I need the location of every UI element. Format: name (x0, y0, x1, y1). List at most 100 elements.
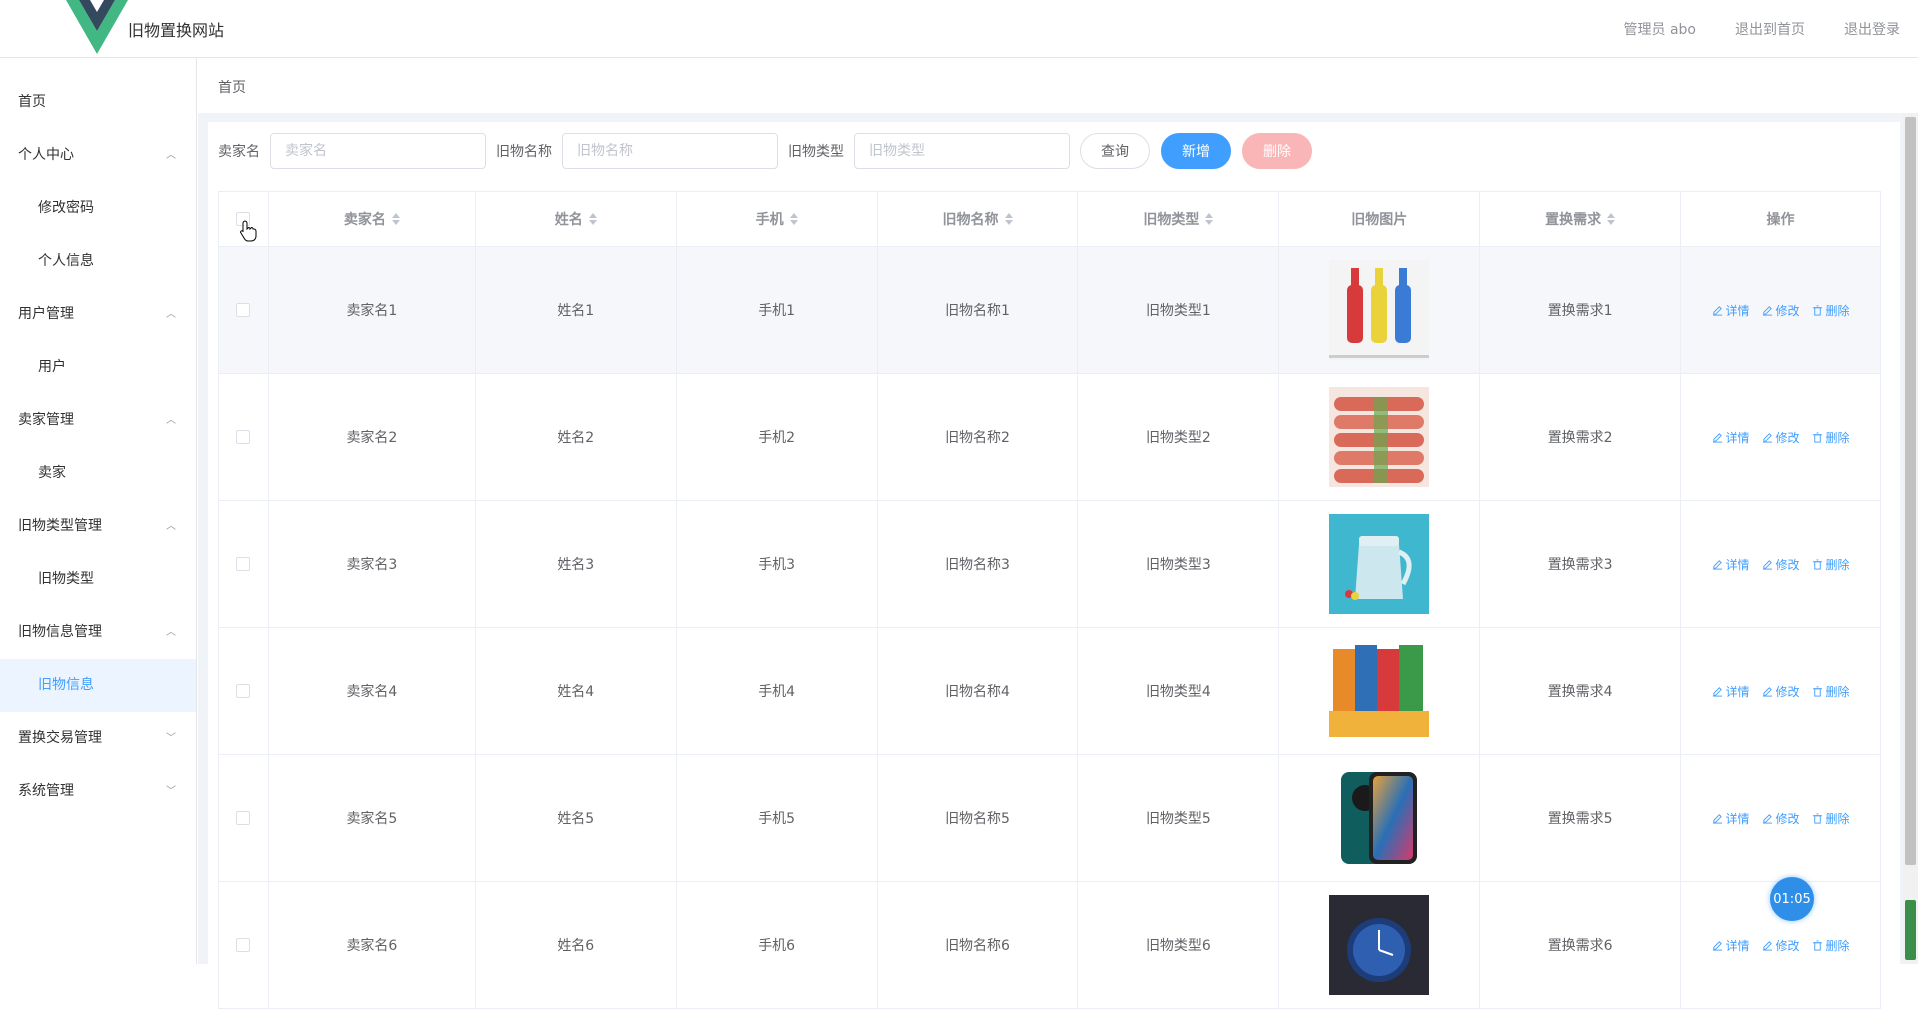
seller-cell: 卖家名2 (346, 430, 398, 446)
sidebar-item-types[interactable]: 旧物类型 (0, 553, 196, 606)
sidebar-item-info-management[interactable]: 旧物信息管理 ︿ (0, 606, 196, 659)
vertical-scrollbar[interactable] (1903, 113, 1918, 964)
row-delete-button[interactable]: 删除 (1812, 810, 1850, 827)
col-header-demand[interactable]: 置换需求 (1480, 192, 1682, 246)
item-image[interactable] (1329, 895, 1430, 995)
table-row[interactable]: 卖家名2 姓名2 手机2 旧物名称2 旧物类型2 置换需求2 详情 修改 删除 (219, 374, 1881, 501)
edit-icon (1712, 305, 1723, 316)
row-checkbox[interactable] (236, 684, 251, 698)
item-image[interactable] (1329, 387, 1430, 487)
col-header-name[interactable]: 姓名 (476, 192, 677, 246)
timer-badge[interactable]: 01:05 (1770, 877, 1814, 921)
item-image[interactable] (1329, 514, 1430, 614)
demand-cell: 置换需求6 (1547, 938, 1613, 954)
row-checkbox[interactable] (236, 811, 251, 825)
detail-button[interactable]: 详情 (1712, 937, 1750, 954)
item-image[interactable] (1329, 641, 1430, 741)
row-delete-button[interactable]: 删除 (1812, 556, 1850, 573)
hand-cursor-icon (240, 220, 257, 242)
table-row[interactable]: 卖家名5 姓名5 手机5 旧物名称5 旧物类型5 置换需求5 详情 修改 删除 (219, 755, 1881, 882)
item-type-input[interactable] (854, 133, 1070, 169)
row-checkbox[interactable] (236, 938, 251, 952)
detail-button[interactable]: 详情 (1712, 810, 1750, 827)
sidebar-item-seller-management[interactable]: 卖家管理 ︿ (0, 394, 196, 447)
sidebar-item-type-management[interactable]: 旧物类型管理 ︿ (0, 500, 196, 553)
breadcrumb-home[interactable]: 首页 (218, 80, 246, 96)
edit-button[interactable]: 修改 (1762, 302, 1800, 319)
detail-button[interactable]: 详情 (1712, 429, 1750, 446)
table-header-row: 卖家名 姓名 手机 旧物名称 旧物类型 旧物图片 置换需求 操作 (219, 192, 1881, 247)
edit-button[interactable]: 修改 (1762, 810, 1800, 827)
col-header-seller[interactable]: 卖家名 (269, 192, 476, 246)
sidebar-item-user-management[interactable]: 用户管理 ︿ (0, 288, 196, 341)
sort-icon[interactable] (391, 213, 400, 225)
col-header-item-type[interactable]: 旧物类型 (1078, 192, 1280, 246)
sidebar-item-home[interactable]: 首页 (0, 76, 196, 129)
edit-icon (1712, 813, 1723, 824)
sidebar-item-personal-center[interactable]: 个人中心 ︿ (0, 129, 196, 182)
edit-button[interactable]: 修改 (1762, 429, 1800, 446)
item-name-cell: 旧物名称5 (945, 811, 1010, 827)
back-home-link[interactable]: 退出到首页 (1735, 19, 1805, 39)
sidebar-item-system-management[interactable]: 系统管理 ﹀ (0, 765, 196, 818)
item-image[interactable] (1329, 768, 1430, 868)
item-name-input[interactable] (562, 133, 778, 169)
table-row[interactable]: 卖家名3 姓名3 手机3 旧物名称3 旧物类型3 置换需求3 详情 修改 删除 (219, 501, 1881, 628)
logout-link[interactable]: 退出登录 (1844, 19, 1900, 39)
detail-button[interactable]: 详情 (1712, 302, 1750, 319)
delete-button[interactable]: 删除 (1242, 133, 1312, 169)
query-button[interactable]: 查询 (1080, 133, 1150, 169)
table-row[interactable]: 卖家名4 姓名4 手机4 旧物名称4 旧物类型4 置换需求4 详情 修改 删除 (219, 628, 1881, 755)
sidebar-item-info[interactable]: 旧物信息 (0, 659, 196, 712)
sort-icon[interactable] (1004, 213, 1013, 225)
phone-cell: 手机2 (758, 430, 796, 446)
detail-button[interactable]: 详情 (1712, 556, 1750, 573)
item-type-cell: 旧物类型3 (1145, 557, 1211, 573)
sidebar-item-change-password[interactable]: 修改密码 (0, 182, 196, 235)
row-checkbox[interactable] (236, 557, 251, 571)
edit-button[interactable]: 修改 (1762, 683, 1800, 700)
detail-button[interactable]: 详情 (1712, 683, 1750, 700)
item-name-cell: 旧物名称2 (945, 430, 1010, 446)
item-type-cell: 旧物类型5 (1145, 811, 1211, 827)
edit-icon (1762, 559, 1773, 570)
seller-label: 卖家名 (218, 144, 260, 160)
col-header-item-name[interactable]: 旧物名称 (878, 192, 1079, 246)
row-delete-button[interactable]: 删除 (1812, 937, 1850, 954)
sidebar-item-trade-management[interactable]: 置换交易管理 ﹀ (0, 712, 196, 765)
edit-button[interactable]: 修改 (1762, 556, 1800, 573)
demand-cell: 置换需求2 (1547, 430, 1613, 446)
chevron-up-icon: ︿ (166, 627, 176, 638)
name-cell: 姓名1 (557, 303, 595, 319)
row-checkbox[interactable] (236, 430, 251, 444)
sort-icon[interactable] (1607, 213, 1616, 225)
table-row[interactable]: 卖家名6 姓名6 手机6 旧物名称6 旧物类型6 置换需求6 详情 修改 删除 (219, 882, 1881, 1009)
seller-input[interactable] (270, 133, 486, 169)
add-button[interactable]: 新增 (1161, 133, 1231, 169)
sort-icon[interactable] (789, 213, 798, 225)
sort-icon[interactable] (588, 213, 597, 225)
scrollbar-thumb[interactable] (1905, 117, 1916, 865)
item-image[interactable] (1329, 260, 1430, 360)
sidebar-item-users[interactable]: 用户 (0, 341, 196, 394)
edit-icon (1762, 813, 1773, 824)
row-delete-button[interactable]: 删除 (1812, 429, 1850, 446)
edit-button[interactable]: 修改 (1762, 937, 1800, 954)
item-type-label: 旧物类型 (788, 144, 844, 160)
trash-icon (1812, 812, 1823, 824)
trash-icon (1812, 304, 1823, 316)
sidebar-item-sellers[interactable]: 卖家 (0, 447, 196, 500)
row-delete-button[interactable]: 删除 (1812, 683, 1850, 700)
admin-label: 管理员 abo (1623, 22, 1696, 38)
sort-icon[interactable] (1205, 213, 1214, 225)
chevron-up-icon: ︿ (166, 521, 176, 532)
sidebar-item-personal-info[interactable]: 个人信息 (0, 235, 196, 288)
col-header-phone[interactable]: 手机 (677, 192, 878, 246)
edit-icon (1712, 940, 1723, 951)
row-checkbox[interactable] (236, 303, 251, 317)
item-type-cell: 旧物类型1 (1145, 303, 1211, 319)
row-delete-button[interactable]: 删除 (1812, 302, 1850, 319)
table-row[interactable]: 卖家名1 姓名1 手机1 旧物名称1 旧物类型1 置换需求1 详情 修改 删除 (219, 247, 1881, 374)
chevron-down-icon: ﹀ (166, 733, 176, 744)
edit-icon (1762, 305, 1773, 316)
